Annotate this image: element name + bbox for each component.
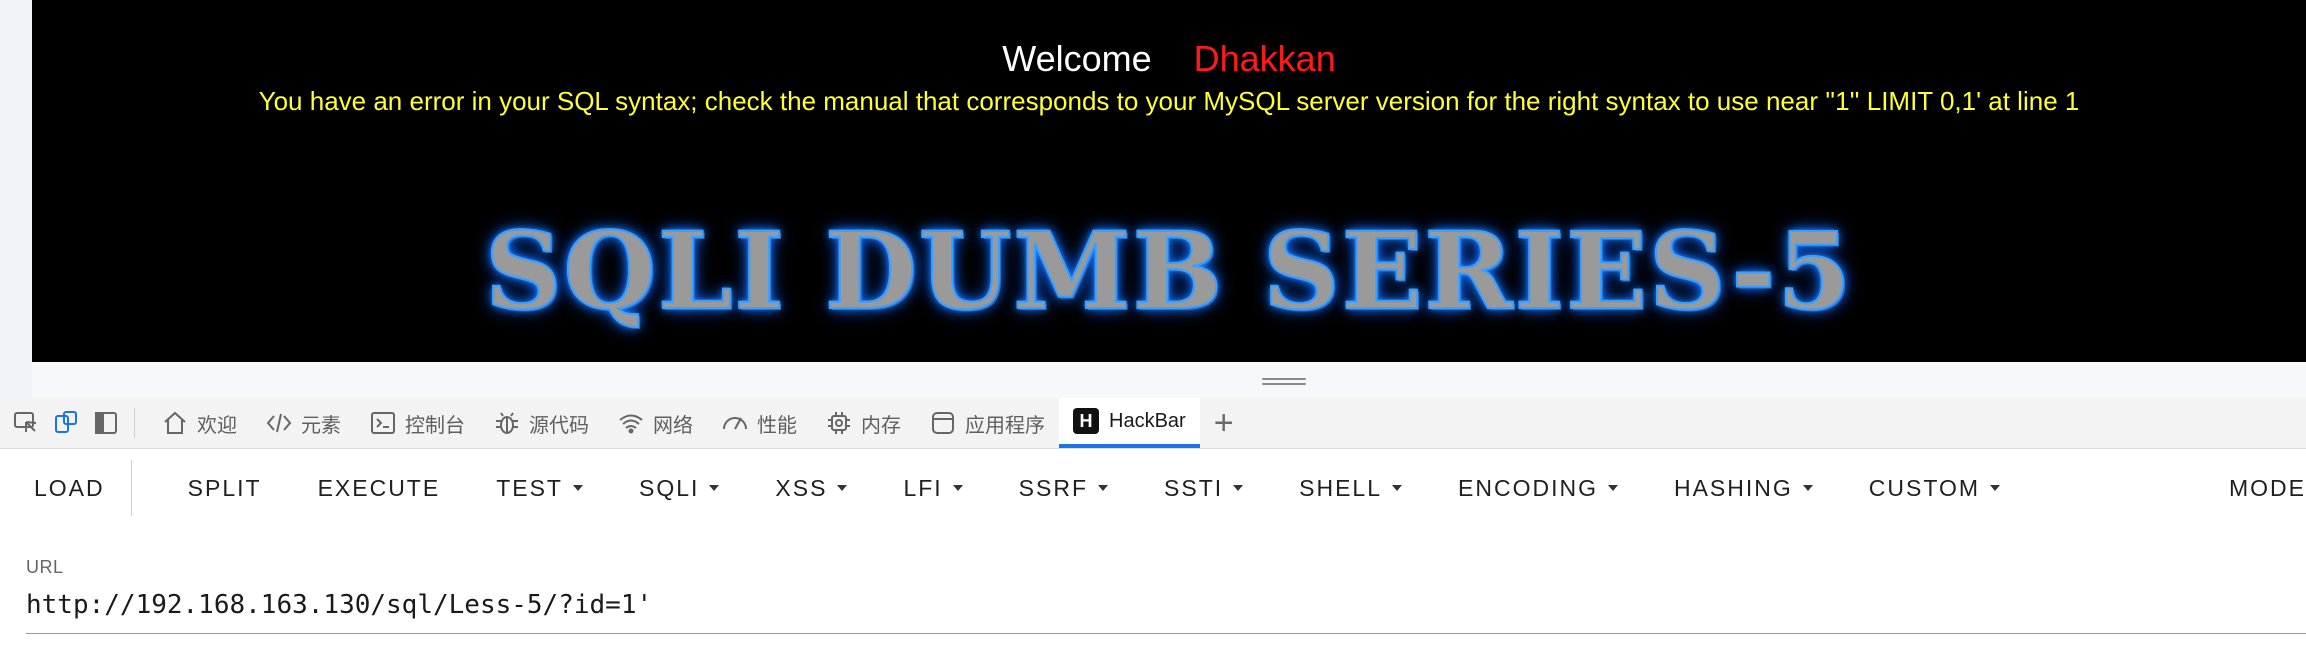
split-button[interactable]: SPLIT: [160, 458, 290, 518]
button-label: HASHING: [1673, 474, 1793, 501]
chevron-down-icon: [1392, 485, 1403, 491]
app-window-icon: [932, 412, 954, 434]
gauge-icon: [723, 417, 747, 430]
tab-console[interactable]: 控制台: [355, 398, 479, 448]
button-label: SSRF: [1018, 474, 1089, 501]
wifi-icon: [619, 414, 643, 434]
button-label: SQLI: [638, 474, 700, 501]
chevron-down-icon: [1990, 485, 2001, 491]
tab-label: HackBar: [1109, 409, 1186, 432]
tab-network[interactable]: 网络: [603, 398, 707, 448]
dock-sidebar-icon[interactable]: [92, 409, 120, 437]
tab-label: 控制台: [405, 414, 465, 437]
button-label: CUSTOM: [1868, 474, 1981, 501]
sql-error-message: You have an error in your SQL syntax; ch…: [258, 86, 2080, 116]
page-bottom-area: [32, 362, 2306, 398]
tab-label: 内存: [861, 414, 901, 437]
tab-performance[interactable]: 性能: [707, 398, 811, 448]
tab-application[interactable]: 应用程序: [915, 398, 1059, 448]
mode-menu-button[interactable]: MODE: [2201, 458, 2306, 518]
chevron-down-icon: [1233, 485, 1244, 491]
tab-label: 欢迎: [197, 414, 237, 437]
code-tags-icon: [266, 413, 292, 433]
tab-label: 源代码: [529, 414, 589, 437]
tab-elements[interactable]: 元素: [251, 398, 355, 448]
web-page-viewport: Welcome Dhakkan You have an error in your…: [32, 0, 2306, 362]
tab-sources[interactable]: 源代码: [479, 398, 603, 448]
hashing-menu-button[interactable]: HASHING: [1646, 458, 1841, 518]
hackbar-toolbar: LOAD SPLIT EXECUTE TEST SQLI XSS LFI SSR…: [0, 450, 2306, 526]
panel-resize-handle[interactable]: [1262, 378, 1306, 388]
chevron-down-icon: [1802, 485, 1813, 491]
tab-label: 应用程序: [965, 414, 1045, 437]
execute-button[interactable]: EXECUTE: [290, 458, 469, 518]
devtools-tab-strip: 欢迎 元素 控制台 源代码 网络 性能 内存 应用程序 H HackBar +: [0, 398, 2306, 449]
inspect-icon[interactable]: [12, 409, 40, 437]
device-emulation-icon[interactable]: [52, 409, 80, 437]
add-tab-button[interactable]: +: [1200, 406, 1248, 440]
button-label: TEST: [496, 474, 563, 501]
tab-label: 元素: [301, 414, 341, 437]
user-name: Dhakkan: [1193, 38, 1336, 79]
url-input-underline: [26, 633, 2306, 634]
sqli-menu-button[interactable]: SQLI: [611, 458, 747, 518]
button-label: SSTI: [1164, 474, 1224, 501]
chevron-down-icon: [837, 485, 848, 491]
button-label: SHELL: [1299, 474, 1383, 501]
button-label: XSS: [775, 474, 828, 501]
test-menu-button[interactable]: TEST: [468, 458, 611, 518]
tab-memory[interactable]: 内存: [811, 398, 915, 448]
series-banner: SQLI DUMB SERIES-5: [484, 207, 1854, 334]
hackbar-logo: H: [1073, 408, 1099, 434]
load-button[interactable]: LOAD: [0, 458, 131, 518]
welcome-line: Welcome Dhakkan: [32, 38, 2306, 80]
custom-menu-button[interactable]: CUSTOM: [1841, 458, 2028, 518]
ssti-menu-button[interactable]: SSTI: [1136, 458, 1271, 518]
chevron-down-icon: [572, 485, 583, 491]
ssrf-menu-button[interactable]: SSRF: [991, 458, 1136, 518]
lfi-menu-button[interactable]: LFI: [875, 458, 990, 518]
url-field-label: URL: [26, 557, 64, 577]
home-icon: [164, 411, 186, 434]
url-input[interactable]: http://192.168.163.130/sql/Less-5/?id=1': [26, 590, 652, 620]
chip-icon: [828, 412, 850, 434]
console-icon: [371, 412, 395, 434]
xss-menu-button[interactable]: XSS: [747, 458, 875, 518]
load-dropdown-button[interactable]: [130, 460, 160, 516]
button-label: ENCODING: [1458, 474, 1598, 501]
tab-welcome[interactable]: 欢迎: [147, 398, 251, 448]
chevron-down-icon: [952, 485, 963, 491]
welcome-text: Welcome: [1002, 38, 1152, 79]
left-gutter: [0, 0, 32, 398]
button-label: LFI: [903, 474, 943, 501]
tab-label: 性能: [757, 414, 797, 437]
chevron-down-icon: [1098, 485, 1109, 491]
tab-label: 网络: [653, 414, 693, 437]
encoding-menu-button[interactable]: ENCODING: [1430, 458, 1646, 518]
chevron-down-icon: [1607, 485, 1618, 491]
toolbar-divider: [134, 408, 135, 438]
tab-hackbar[interactable]: H HackBar: [1059, 398, 1200, 448]
shell-menu-button[interactable]: SHELL: [1271, 458, 1430, 518]
bug-icon: [496, 412, 518, 434]
chevron-down-icon: [709, 485, 720, 491]
